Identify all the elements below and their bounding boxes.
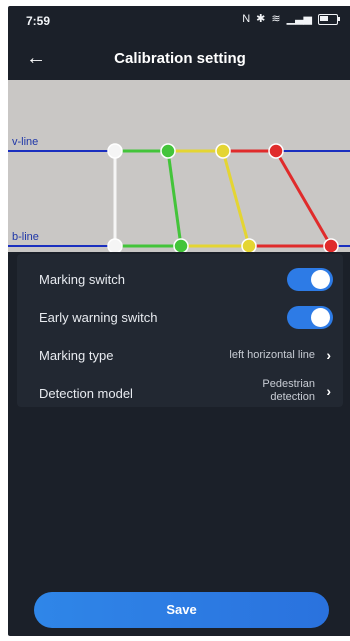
- early-warning-switch-toggle[interactable]: [287, 306, 333, 329]
- b-line-label: b-line: [12, 231, 39, 243]
- marking-type-value: left horizontal line: [229, 349, 315, 361]
- save-button[interactable]: Save: [34, 592, 329, 628]
- status-bar: 7:59 N ✱ ≋ ▁▃▅: [8, 6, 350, 32]
- green-marker-line: [166, 150, 183, 247]
- status-time: 7:59: [26, 14, 51, 28]
- early-warning-switch-label: Early warning switch: [39, 310, 158, 325]
- handle-green-top[interactable]: [160, 143, 176, 159]
- chevron-right-icon: ›: [326, 347, 331, 363]
- row-detection-model[interactable]: Detection model Pedestrian detection ›: [17, 370, 343, 408]
- v-line-label: v-line: [12, 136, 39, 148]
- handle-yellow-top[interactable]: [215, 143, 231, 159]
- calibration-overlay: [8, 143, 350, 252]
- handle-red-bottom[interactable]: [323, 238, 339, 252]
- phone-screen: 7:59 N ✱ ≋ ▁▃▅ ← Calibration setting v-l…: [8, 6, 350, 636]
- handle-white-bottom[interactable]: [107, 238, 123, 252]
- status-icons: N ✱ ≋ ▁▃▅: [242, 13, 340, 25]
- handle-red-top[interactable]: [268, 143, 284, 159]
- red-marker-line: [274, 150, 333, 247]
- marking-switch-label: Marking switch: [39, 272, 125, 287]
- handle-white-top[interactable]: [107, 143, 123, 159]
- wifi-icon: ≋: [271, 13, 281, 25]
- chevron-right-icon: ›: [326, 383, 331, 399]
- detection-model-label: Detection model: [39, 386, 133, 401]
- detection-model-value: Pedestrian detection: [262, 378, 315, 404]
- detection-model-value-line1: Pedestrian: [262, 378, 315, 390]
- detection-model-value-line2: detection: [270, 391, 315, 403]
- row-marking-type[interactable]: Marking type left horizontal line ›: [17, 336, 343, 374]
- settings-status-icon: ✱: [256, 13, 266, 25]
- yellow-marker-line: [221, 150, 251, 247]
- battery-icon: [318, 13, 340, 25]
- app-bar: ← Calibration setting: [8, 36, 350, 80]
- handle-yellow-bottom[interactable]: [241, 238, 257, 252]
- marking-switch-toggle[interactable]: [287, 268, 333, 291]
- signal-icon: ▁▃▅: [286, 13, 312, 25]
- marking-type-label: Marking type: [39, 348, 114, 363]
- settings-panel: Marking switch Early warning switch Mark…: [17, 254, 343, 407]
- page-title: Calibration setting: [114, 50, 246, 67]
- camera-preview[interactable]: v-line b-line: [8, 80, 350, 252]
- nfc-icon: N: [242, 13, 251, 25]
- handle-green-bottom[interactable]: [173, 238, 189, 252]
- row-marking-switch: Marking switch: [17, 260, 343, 298]
- row-early-warning-switch: Early warning switch: [17, 298, 343, 336]
